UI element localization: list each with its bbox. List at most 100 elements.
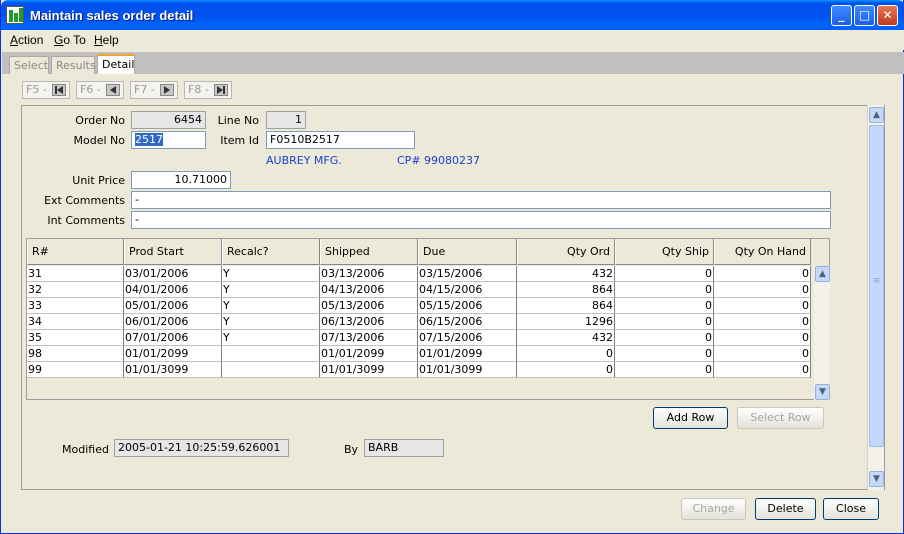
cell-shipped[interactable]: 07/13/2006 <box>320 330 418 346</box>
scroll-thumb[interactable]: ≡ <box>869 125 884 447</box>
cell-r[interactable]: 98 <box>27 346 124 362</box>
cell-shipped[interactable]: 04/13/2006 <box>320 282 418 298</box>
model-no-input[interactable]: 2517 <box>131 131 206 149</box>
cell-shipped[interactable]: 06/13/2006 <box>320 314 418 330</box>
cell-qty-ord[interactable]: 1296 <box>517 314 615 330</box>
scroll-up-icon[interactable]: ▲ <box>869 107 884 123</box>
cell-r[interactable]: 34 <box>27 314 124 330</box>
cell-qty-on-hand[interactable]: 0 <box>714 314 811 330</box>
table-row[interactable]: 98 01/01/2099 01/01/2099 01/01/2099 0 0 0 <box>27 346 814 362</box>
next-record-button[interactable]: F7 - <box>130 81 178 99</box>
cell-recalc[interactable] <box>222 346 320 362</box>
table-row[interactable]: 99 01/01/3099 01/01/3099 01/01/3099 0 0 0 <box>27 362 814 378</box>
cell-qty-ord[interactable]: 0 <box>517 346 615 362</box>
last-record-button[interactable]: F8 - <box>184 81 232 99</box>
cell-qty-on-hand[interactable]: 0 <box>714 298 811 314</box>
cell-shipped[interactable]: 01/01/3099 <box>320 362 418 378</box>
cell-qty-on-hand[interactable]: 0 <box>714 346 811 362</box>
cell-prod-start[interactable]: 04/01/2006 <box>124 282 222 298</box>
cell-r[interactable]: 35 <box>27 330 124 346</box>
delete-button[interactable]: Delete <box>755 498 816 520</box>
cell-qty-ord[interactable]: 432 <box>517 266 615 282</box>
cell-qty-ord[interactable]: 432 <box>517 330 615 346</box>
tab-select[interactable]: Select <box>9 56 49 74</box>
col-header-shipped[interactable]: Shipped <box>320 239 418 265</box>
menu-goto[interactable]: Go To <box>54 33 86 47</box>
cell-recalc[interactable]: Y <box>222 314 320 330</box>
cell-shipped[interactable]: 05/13/2006 <box>320 298 418 314</box>
cell-recalc[interactable] <box>222 362 320 378</box>
tab-detail[interactable]: Detail <box>97 54 135 74</box>
first-record-button[interactable]: F5 - <box>22 81 70 99</box>
cell-prod-start[interactable]: 01/01/2099 <box>124 346 222 362</box>
cell-qty-ord[interactable]: 864 <box>517 298 615 314</box>
item-id-input[interactable]: F0510B2517 <box>266 131 415 149</box>
col-header-r[interactable]: R# <box>27 239 124 265</box>
cell-due[interactable]: 07/15/2006 <box>418 330 517 346</box>
cell-qty-ship[interactable]: 0 <box>615 298 714 314</box>
menu-action[interactable]: Action <box>10 33 43 47</box>
cell-shipped[interactable]: 03/13/2006 <box>320 266 418 282</box>
col-header-qty-ord[interactable]: Qty Ord <box>517 239 615 265</box>
cell-due[interactable]: 01/01/3099 <box>418 362 517 378</box>
cell-qty-ship[interactable]: 0 <box>615 362 714 378</box>
cell-r[interactable]: 99 <box>27 362 124 378</box>
menu-help[interactable]: Help <box>94 33 119 47</box>
cell-shipped[interactable]: 01/01/2099 <box>320 346 418 362</box>
cell-qty-on-hand[interactable]: 0 <box>714 266 811 282</box>
cell-qty-ship[interactable]: 0 <box>615 346 714 362</box>
cell-qty-ord[interactable]: 864 <box>517 282 615 298</box>
cell-prod-start[interactable]: 07/01/2006 <box>124 330 222 346</box>
table-row[interactable]: 33 05/01/2006 Y 05/13/2006 05/15/2006 864 0 0 <box>27 298 814 314</box>
cell-due[interactable]: 06/15/2006 <box>418 314 517 330</box>
scroll-down-icon[interactable]: ▼ <box>869 471 884 487</box>
cell-recalc[interactable]: Y <box>222 266 320 282</box>
cell-qty-ship[interactable]: 0 <box>615 330 714 346</box>
cell-due[interactable]: 04/15/2006 <box>418 282 517 298</box>
cell-qty-on-hand[interactable]: 0 <box>714 330 811 346</box>
col-header-recalc[interactable]: Recalc? <box>222 239 320 265</box>
cell-qty-ord[interactable]: 0 <box>517 362 615 378</box>
table-row[interactable]: 35 07/01/2006 Y 07/13/2006 07/15/2006 432 0 0 <box>27 330 814 346</box>
cell-qty-on-hand[interactable]: 0 <box>714 282 811 298</box>
cell-prod-start[interactable]: 01/01/3099 <box>124 362 222 378</box>
cell-prod-start[interactable]: 06/01/2006 <box>124 314 222 330</box>
close-window-button[interactable]: ✕ <box>877 5 898 26</box>
table-scroll-down-icon[interactable]: ▼ <box>815 384 830 400</box>
col-header-qty-ship[interactable]: Qty Ship <box>615 239 714 265</box>
cell-r[interactable]: 33 <box>27 298 124 314</box>
close-button[interactable]: Close <box>823 498 879 520</box>
panel-scrollbar[interactable]: ▲ ≡ ▼ <box>867 105 884 490</box>
cell-recalc[interactable]: Y <box>222 330 320 346</box>
col-header-qty-on-hand[interactable]: Qty On Hand <box>714 239 811 265</box>
add-row-button[interactable]: Add Row <box>653 407 728 429</box>
col-header-due[interactable]: Due <box>418 239 517 265</box>
table-row[interactable]: 32 04/01/2006 Y 04/13/2006 04/15/2006 864 0 0 <box>27 282 814 298</box>
cell-prod-start[interactable]: 05/01/2006 <box>124 298 222 314</box>
select-row-button[interactable]: Select Row <box>737 407 824 429</box>
previous-record-button[interactable]: F6 - <box>76 81 124 99</box>
cell-due[interactable]: 03/15/2006 <box>418 266 517 282</box>
col-header-prod-start[interactable]: Prod Start <box>124 239 222 265</box>
cell-due[interactable]: 01/01/2099 <box>418 346 517 362</box>
table-scroll-up-icon[interactable]: ▲ <box>815 266 830 282</box>
cell-qty-ship[interactable]: 0 <box>615 282 714 298</box>
table-row[interactable]: 34 06/01/2006 Y 06/13/2006 06/15/2006 1296 0 0 <box>27 314 814 330</box>
maximize-button[interactable]: □ <box>854 5 875 26</box>
change-button[interactable]: Change <box>681 498 746 520</box>
cell-r[interactable]: 31 <box>27 266 124 282</box>
cell-r[interactable]: 32 <box>27 282 124 298</box>
cell-due[interactable]: 05/15/2006 <box>418 298 517 314</box>
unit-price-input[interactable]: 10.71000 <box>131 171 231 189</box>
int-comments-input[interactable]: - <box>131 211 831 229</box>
cell-qty-on-hand[interactable]: 0 <box>714 362 811 378</box>
table-scrollbar[interactable]: ▲ ▼ <box>814 266 830 400</box>
cell-qty-ship[interactable]: 0 <box>615 266 714 282</box>
cell-prod-start[interactable]: 03/01/2006 <box>124 266 222 282</box>
minimize-button[interactable]: _ <box>831 5 852 26</box>
ext-comments-input[interactable]: - <box>131 191 831 209</box>
table-row[interactable]: 31 03/01/2006 Y 03/13/2006 03/15/2006 432 0 0 <box>27 266 814 282</box>
cell-recalc[interactable]: Y <box>222 298 320 314</box>
cell-qty-ship[interactable]: 0 <box>615 314 714 330</box>
cell-recalc[interactable]: Y <box>222 282 320 298</box>
